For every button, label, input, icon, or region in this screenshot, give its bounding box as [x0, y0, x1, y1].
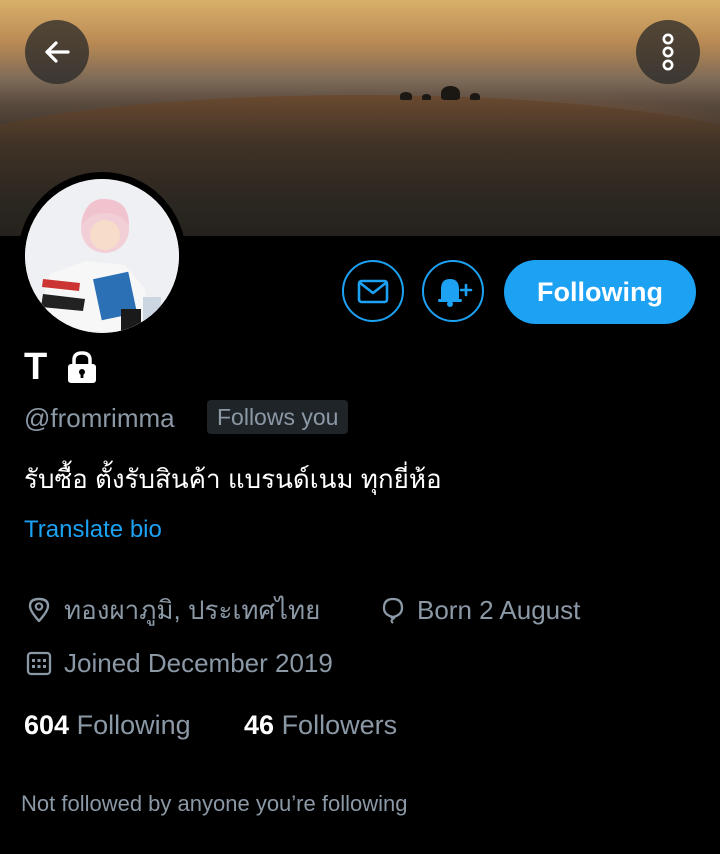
arrow-left-icon	[45, 41, 70, 63]
following-count: 604	[24, 710, 70, 740]
location-pin-icon	[28, 597, 50, 623]
calendar-icon	[26, 651, 52, 676]
vertical-dots-icon	[662, 33, 674, 71]
envelope-icon	[357, 279, 389, 304]
following-stat[interactable]: 604 Following	[24, 706, 191, 744]
profile-birthday: Born 2 August	[381, 592, 580, 628]
more-options-button[interactable]	[636, 20, 700, 84]
lock-icon	[68, 351, 96, 383]
banner-trees	[400, 86, 480, 100]
back-button[interactable]	[25, 20, 89, 84]
profile-name: T	[24, 346, 48, 388]
message-button[interactable]	[342, 260, 404, 322]
joined-text: Joined December 2019	[64, 648, 333, 678]
mutual-followers-text: Not followed by anyone you’re following	[21, 791, 408, 816]
translate-bio-link[interactable]: Translate bio	[24, 513, 162, 547]
followers-count: 46	[244, 710, 275, 740]
following-button[interactable]: Following	[504, 260, 696, 324]
avatar-ring[interactable]	[18, 172, 186, 340]
profile-joined: Joined December 2019	[26, 645, 333, 681]
followers-stat-label: Followers	[281, 710, 398, 740]
location-text: ทองผาภูมิ, ประเทศไทย	[64, 595, 321, 625]
birthday-text: Born 2 August	[417, 595, 581, 625]
followers-stat[interactable]: 46 Followers	[244, 706, 397, 744]
balloon-icon	[382, 597, 404, 624]
avatar-illustration	[25, 179, 179, 333]
profile-location: ทองผาภูมิ, ประเทศไทย	[26, 592, 320, 628]
notify-button[interactable]	[422, 260, 484, 322]
profile-bio: รับซื้อ ตั้งรับสินค้า แบรนด์เนม ทุกยี่ห้…	[24, 464, 442, 494]
profile-handle: @fromrimma	[24, 403, 175, 433]
follows-you-badge: Follows you	[207, 400, 349, 434]
following-stat-label: Following	[76, 710, 191, 740]
bell-plus-icon	[438, 279, 473, 307]
avatar[interactable]	[25, 179, 179, 333]
